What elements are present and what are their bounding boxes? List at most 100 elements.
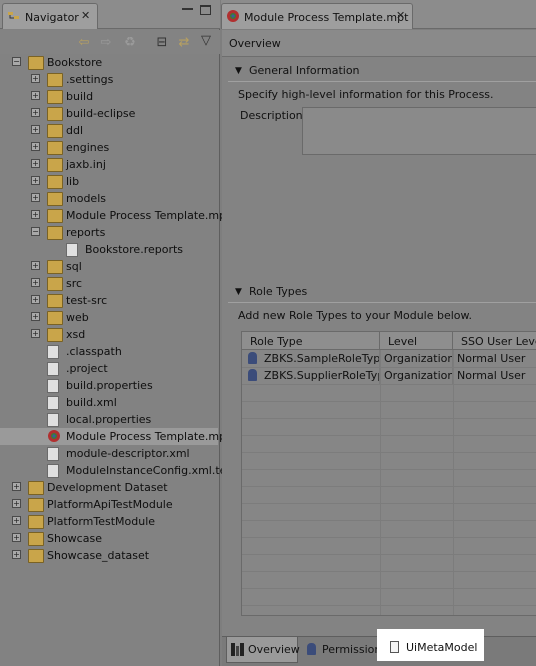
tree-item[interactable]: + .settings <box>0 71 218 88</box>
expand-icon[interactable]: + <box>31 108 40 117</box>
navigator-panel: Navigator ✕ ⇦ ⇨ ♻ ⊟ ⇄ ▽ − Bookstore + .sett… <box>0 0 237 666</box>
tree-item[interactable]: local.properties <box>0 411 218 428</box>
navigator-tab-label: Navigator <box>25 11 79 24</box>
tree-item[interactable]: module-descriptor.xml <box>0 445 218 462</box>
column-header-level[interactable]: Level <box>380 332 453 350</box>
tab-overview[interactable]: Overview <box>226 637 300 663</box>
expand-icon[interactable]: + <box>12 550 21 559</box>
tree-item[interactable]: + build-eclipse <box>0 105 218 122</box>
expand-icon[interactable]: + <box>31 91 40 100</box>
tree-item[interactable]: + jaxb.inj <box>0 156 218 173</box>
expand-icon[interactable]: + <box>12 516 21 525</box>
tree-item[interactable]: Module Process Template.mpt <box>0 428 230 445</box>
tree-item[interactable]: build.properties <box>0 377 218 394</box>
tree-item[interactable]: + sql <box>0 258 218 275</box>
expand-icon[interactable]: + <box>31 125 40 134</box>
tree-item[interactable]: + Development Dataset <box>0 479 218 496</box>
tree-item[interactable]: − reports <box>0 224 218 241</box>
file-icon <box>66 243 78 257</box>
tree-item-label: test-src <box>66 294 108 307</box>
tree-item[interactable]: + ddl <box>0 122 218 139</box>
overview-title: Overview <box>229 37 281 50</box>
navigator-tab[interactable]: Navigator ✕ <box>2 3 98 29</box>
tree-item[interactable]: + web <box>0 309 218 326</box>
maximize-icon[interactable] <box>200 5 211 15</box>
expand-icon[interactable]: + <box>12 482 21 491</box>
collapse-toggle-icon[interactable]: ▼ <box>235 66 242 76</box>
file-icon <box>47 447 59 461</box>
role-types-description: Add new Role Types to your Module below. <box>238 309 473 322</box>
tree-item[interactable]: build.xml <box>0 394 218 411</box>
folder-icon <box>47 90 63 104</box>
view-menu-icon[interactable]: ▽ <box>198 32 214 48</box>
collapse-icon[interactable]: − <box>31 227 40 236</box>
tree-item[interactable]: ModuleInstanceConfig.xml.tem <box>0 462 237 479</box>
link-editor-icon[interactable]: ⇄ <box>176 34 192 50</box>
tree-item[interactable]: + engines <box>0 139 218 156</box>
description-field[interactable] <box>302 107 536 155</box>
tree-item[interactable]: + PlatformApiTestModule <box>0 496 218 513</box>
tree-item[interactable]: .project <box>0 360 218 377</box>
expand-icon[interactable]: + <box>31 210 40 219</box>
tree-item-label: sql <box>66 260 82 273</box>
column-header-sso-user-level[interactable]: SSO User Level <box>453 332 536 350</box>
editor-page-tabs: Overview Permissions UiMetaModel <box>222 629 536 666</box>
tree-item-label: reports <box>66 226 106 239</box>
role-types-table[interactable]: Role Type Level SSO User Level ZBKS.Samp… <box>241 331 536 616</box>
tree-item[interactable]: + PlatformTestModule <box>0 513 218 530</box>
close-icon[interactable]: ✕ <box>396 9 405 22</box>
project-icon <box>28 549 44 563</box>
tree-item[interactable]: .classpath <box>0 343 218 360</box>
collapse-icon[interactable]: − <box>12 57 21 66</box>
expand-icon[interactable]: + <box>12 533 21 542</box>
folder-icon <box>47 124 63 138</box>
expand-icon[interactable]: + <box>31 261 40 270</box>
tree-item[interactable]: + lib <box>0 173 218 190</box>
expand-icon[interactable]: + <box>31 295 40 304</box>
project-icon <box>28 56 44 70</box>
editor-tab[interactable]: Module Process Template.mpt ✕ <box>221 3 413 29</box>
up-folder-icon[interactable]: ♻ <box>122 34 138 50</box>
back-arrow-icon[interactable]: ⇦ <box>76 34 92 50</box>
folder-icon <box>47 294 63 308</box>
user-icon <box>307 643 316 656</box>
tree-item[interactable]: + Showcase <box>0 530 218 547</box>
file-icon <box>47 396 59 410</box>
expand-icon[interactable]: + <box>12 499 21 508</box>
expand-icon[interactable]: + <box>31 278 40 287</box>
tab-uimetamodel[interactable]: UiMetaModel <box>377 629 484 661</box>
expand-icon[interactable]: + <box>31 142 40 151</box>
forward-arrow-icon[interactable]: ⇨ <box>98 34 114 50</box>
tree-item[interactable]: + Showcase_dataset <box>0 547 218 564</box>
expand-icon[interactable]: + <box>31 329 40 338</box>
general-section-title[interactable]: General Information <box>249 64 360 77</box>
column-header-role-type[interactable]: Role Type <box>242 332 380 350</box>
table-grid-line <box>380 350 381 615</box>
expand-icon[interactable]: + <box>31 74 40 83</box>
close-icon[interactable]: ✕ <box>81 9 90 22</box>
tree-item[interactable]: + models <box>0 190 218 207</box>
tree-item[interactable]: − Bookstore <box>0 54 218 71</box>
tree-item[interactable]: + src <box>0 275 218 292</box>
collapse-all-icon[interactable]: ⊟ <box>154 34 170 50</box>
table-row[interactable]: ZBKS.SampleRoleType Organization Normal … <box>242 350 536 367</box>
tree-item-label: Development Dataset <box>47 481 168 494</box>
tree-item[interactable]: + xsd <box>0 326 218 343</box>
minimize-icon[interactable] <box>182 8 193 10</box>
table-row[interactable]: ZBKS.SupplierRoleType Organization Norma… <box>242 367 536 384</box>
expand-icon[interactable]: + <box>31 312 40 321</box>
section-divider <box>228 302 536 303</box>
tab-permissions[interactable]: Permissions <box>304 637 387 663</box>
expand-icon[interactable]: + <box>31 176 40 185</box>
tree-item-label: .classpath <box>66 345 122 358</box>
collapse-toggle-icon[interactable]: ▼ <box>235 287 242 297</box>
sso-user-level-cell: Normal User <box>457 352 526 365</box>
tree-item[interactable]: + build <box>0 88 218 105</box>
tree-item[interactable]: + Module Process Template.mpt.l <box>0 207 237 224</box>
expand-icon[interactable]: + <box>31 159 40 168</box>
role-types-section-title[interactable]: Role Types <box>249 285 307 298</box>
tree-item[interactable]: + test-src <box>0 292 218 309</box>
expand-icon[interactable]: + <box>31 193 40 202</box>
tree-item-label: Bookstore.reports <box>85 243 184 256</box>
tree-item[interactable]: Bookstore.reports <box>0 241 218 258</box>
